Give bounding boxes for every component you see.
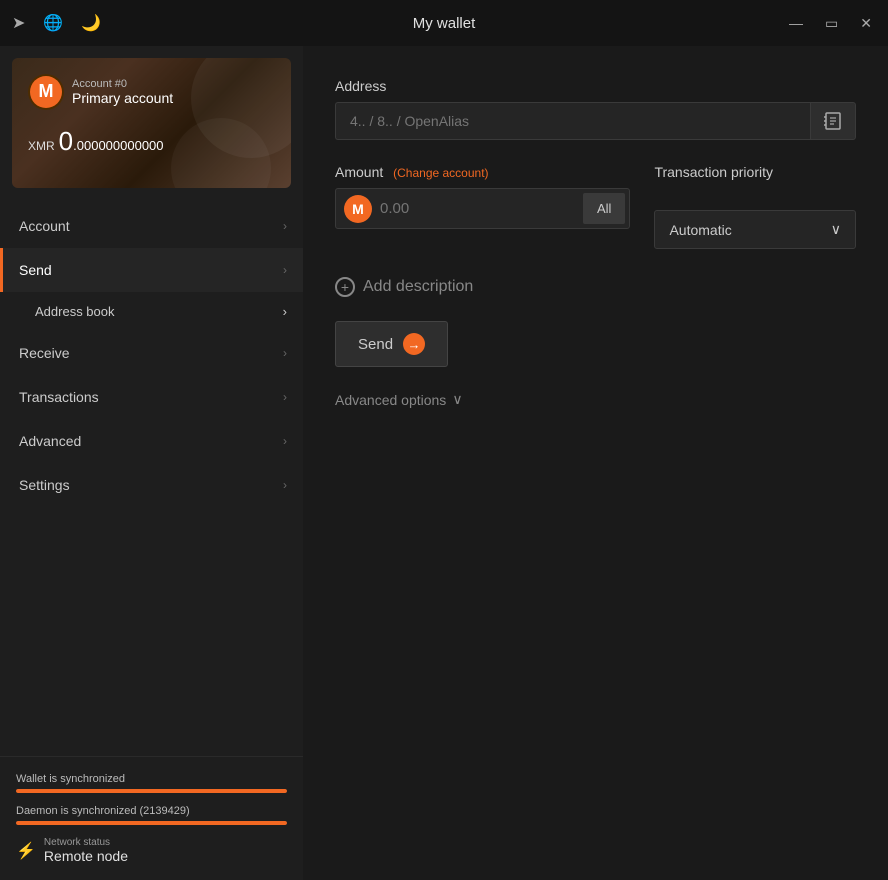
monero-logo: M [28,74,64,110]
network-status: ⚡ Network status Remote node [16,837,287,864]
send-button-label: Send [358,336,393,353]
address-label: Address [335,78,856,94]
minimize-button[interactable]: — [785,13,807,33]
sidebar-item-send-label: Send [19,262,52,278]
add-description-row[interactable]: + Add description [335,277,856,297]
currency-label: XMR [28,139,55,153]
contacts-icon [823,111,843,131]
daemon-sync-bar [16,821,287,825]
chevron-icon: › [283,304,287,319]
chevron-icon: › [283,478,287,492]
add-description-label: Add description [363,278,473,296]
daemon-sync-label: Daemon is synchronized (2139429) [16,805,287,817]
address-book-button[interactable] [810,102,856,140]
bolt-icon: ⚡ [16,841,36,861]
address-book-label: Address book [35,304,115,319]
sidebar-item-advanced[interactable]: Advanced › [0,419,303,463]
titlebar-left: ➤ 🌐 🌙 [12,13,101,33]
monero-icon: M [344,195,372,223]
sidebar-item-address-book[interactable]: Address book › [0,292,303,331]
maximize-button[interactable]: ▭ [821,13,842,34]
chevron-icon: › [283,434,287,448]
sidebar-item-transactions[interactable]: Transactions › [0,375,303,419]
address-row [335,102,856,140]
svg-text:M: M [39,81,54,101]
change-account-label[interactable]: (Change account) [393,166,488,180]
moon-icon[interactable]: 🌙 [81,13,101,33]
wallet-sync-label: Wallet is synchronized [16,773,287,785]
advanced-options-chevron-icon: ∨ [452,391,462,408]
account-card: M Account #0 Primary account XMR 0.000000… [12,58,291,188]
amount-priority-row: Amount (Change account) M All Transactio… [335,164,856,249]
network-value: Remote node [44,848,128,864]
close-button[interactable]: ✕ [856,13,876,34]
advanced-options-label: Advanced options [335,392,446,408]
amount-section: Amount (Change account) M All [335,164,630,229]
sidebar-item-settings-label: Settings [19,477,70,493]
arrow-icon[interactable]: ➤ [12,13,25,33]
priority-label: Transaction priority [654,164,856,180]
account-number: Account #0 [72,78,173,90]
all-button[interactable]: All [583,193,625,224]
svg-text:M: M [352,201,364,217]
dropdown-chevron-icon: ∨ [831,221,841,238]
chevron-icon: › [283,390,287,404]
account-header: M Account #0 Primary account [28,74,275,110]
chevron-icon: › [283,346,287,360]
amount-input[interactable] [380,190,579,227]
globe-icon[interactable]: 🌐 [43,13,63,33]
network-label: Network status [44,837,128,848]
account-balance: XMR 0.000000000000 [28,126,275,157]
window-title: My wallet [413,15,476,32]
sidebar-item-transactions-label: Transactions [19,389,99,405]
sidebar-nav: Account › Send › Address book › Receive … [0,200,303,756]
network-info: Network status Remote node [44,837,128,864]
titlebar-controls: — ▭ ✕ [785,13,876,34]
chevron-icon: › [283,219,287,233]
sidebar-item-receive[interactable]: Receive › [0,331,303,375]
account-name: Primary account [72,90,173,106]
send-button[interactable]: Send → [335,321,448,367]
account-info: Account #0 Primary account [72,78,173,106]
sidebar-item-send[interactable]: Send › [0,248,303,292]
send-arrow-icon: → [403,333,425,355]
main-layout: M Account #0 Primary account XMR 0.000000… [0,46,888,880]
sidebar-item-settings[interactable]: Settings › [0,463,303,507]
wallet-sync-bar [16,789,287,793]
titlebar: ➤ 🌐 🌙 My wallet — ▭ ✕ [0,0,888,46]
sidebar-item-receive-label: Receive [19,345,70,361]
main-content: Address Amount (Change acco [303,46,888,880]
daemon-sync-fill [16,821,287,825]
priority-dropdown[interactable]: Automatic ∨ [654,210,856,249]
sidebar-item-account-label: Account [19,218,70,234]
wallet-sync-fill [16,789,287,793]
sidebar-item-account[interactable]: Account › [0,204,303,248]
sidebar: M Account #0 Primary account XMR 0.000000… [0,46,303,880]
advanced-options-row[interactable]: Advanced options ∨ [335,391,856,408]
balance-decimal: .000000000000 [73,138,163,153]
priority-section: Transaction priority Automatic ∨ [654,164,856,249]
amount-label: Amount (Change account) [335,164,630,180]
chevron-icon: › [283,263,287,277]
sidebar-footer: Wallet is synchronized Daemon is synchro… [0,756,303,880]
amount-input-row: M All [335,188,630,229]
add-description-plus-icon: + [335,277,355,297]
priority-value: Automatic [669,222,731,238]
address-input[interactable] [335,102,810,140]
sidebar-item-advanced-label: Advanced [19,433,81,449]
balance-integer: 0 [59,126,73,156]
